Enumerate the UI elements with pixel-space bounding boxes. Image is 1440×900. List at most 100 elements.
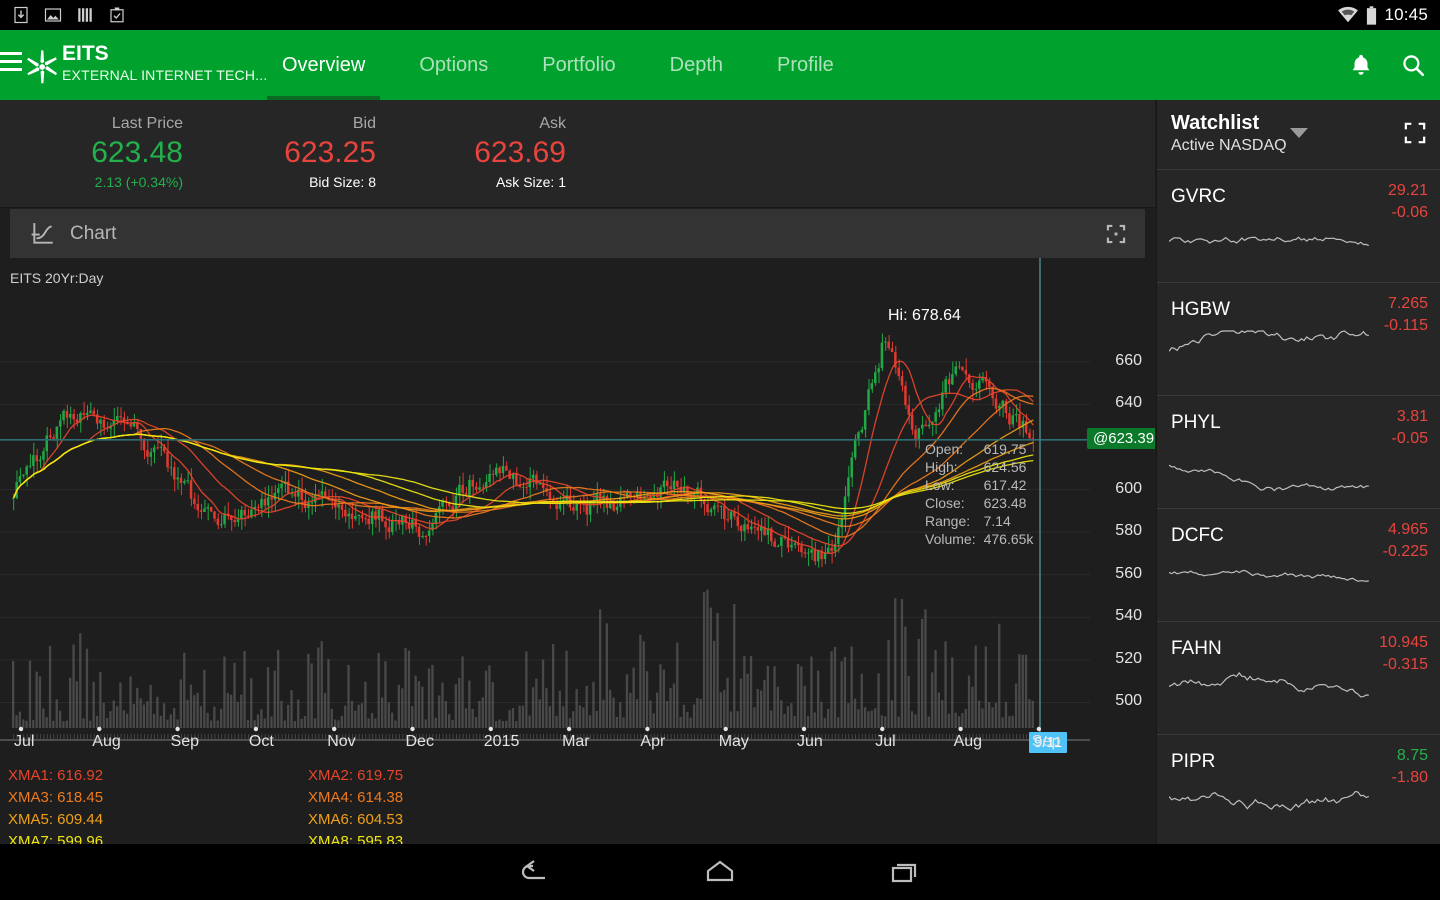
hamburger-icon[interactable]	[0, 52, 22, 78]
watchlist-last-price: 29.21	[1388, 182, 1428, 200]
watchlist-sparkline	[1169, 664, 1369, 726]
collapse-arrows-icon[interactable]	[1105, 223, 1127, 245]
watchlist-symbol: GVRC	[1171, 186, 1226, 208]
ohlc-high-value: 624.56	[984, 458, 1034, 476]
xma8-legend: XMA8: 595.83	[308, 833, 403, 845]
watchlist-change: -0.05	[1392, 430, 1428, 448]
clipboard-icon	[108, 5, 126, 25]
watchlist-change: -0.225	[1383, 543, 1428, 561]
x-axis-tick: Aug	[954, 733, 982, 751]
chart-canvas[interactable]: EITS 20Yr:Day Hi: 678.64 Open: 619.75 Hi…	[0, 258, 1155, 844]
watchlist-title: Watchlist	[1171, 112, 1259, 135]
watchlist-sparkline	[1169, 212, 1369, 274]
xma-legend-row: XMA1: 616.92 XMA2: 619.75	[8, 764, 728, 786]
ohlc-close-value: 623.48	[984, 494, 1034, 512]
last-price-label: Last Price	[0, 114, 183, 134]
app-bar-actions	[1348, 30, 1426, 100]
ask-block: Ask 623.69 Ask Size: 1	[382, 114, 566, 192]
android-status-bar: 10:45	[0, 0, 1440, 30]
wifi-icon	[1337, 6, 1359, 24]
y-axis-tick: 640	[1096, 394, 1142, 412]
x-axis-tick: May	[719, 733, 749, 751]
ohlc-high-label: High:	[925, 458, 984, 476]
ohlc-low-value: 617.42	[984, 476, 1034, 494]
xma2-legend: XMA2: 619.75	[308, 767, 403, 784]
moving-average-legend: XMA1: 616.92 XMA2: 619.75 XMA3: 618.45 X…	[8, 764, 728, 844]
expand-arrows-icon[interactable]	[1404, 122, 1426, 144]
tab-depth[interactable]: Depth	[643, 30, 750, 100]
tab-options[interactable]: Options	[392, 30, 515, 100]
android-nav-bar	[0, 844, 1440, 900]
bid-value: 623.25	[190, 134, 376, 172]
current-price-tag: @623.39	[1087, 428, 1155, 449]
xma1-legend: XMA1: 616.92	[8, 767, 308, 784]
ohlc-open-value: 619.75	[984, 440, 1034, 458]
chevron-down-icon[interactable]	[1290, 128, 1308, 138]
watchlist-row[interactable]: PHYL3.81-0.05	[1157, 396, 1440, 509]
x-axis-tick: 2015	[484, 733, 520, 751]
tab-profile[interactable]: Profile	[750, 30, 861, 100]
x-axis-tick: Sep	[171, 733, 199, 751]
watchlist-row[interactable]: DCFC 4.965 -0.225	[1157, 509, 1440, 622]
last-price-value: 623.48	[0, 134, 183, 172]
ohlc-tooltip: Open: 619.75 High: 624.56 Low: 617.42 Cl…	[925, 440, 1033, 548]
ohlc-range-label: Range:	[925, 512, 984, 530]
watchlist-symbol: HGBW	[1171, 299, 1230, 321]
ask-size: Ask Size: 1	[382, 172, 566, 192]
nav-tabs: Overview Options Portfolio Depth Profile	[255, 30, 861, 100]
battery-icon	[1366, 6, 1377, 25]
x-axis-tick: Aug	[92, 733, 120, 751]
watchlist-row[interactable]: GVRC 29.21 -0.06	[1157, 170, 1440, 283]
xma-legend-row: XMA7: 599.96 XMA8: 595.83	[8, 830, 728, 844]
y-axis-tick: 600	[1096, 480, 1142, 498]
app-bar: EITS EXTERNAL INTERNET TECH... Overview …	[0, 30, 1440, 100]
watchlist-symbol: DCFC	[1171, 525, 1224, 547]
bid-size: Bid Size: 8	[190, 172, 376, 192]
x-axis-tick: Nov	[327, 733, 355, 751]
ohlc-close-label: Close:	[925, 494, 984, 512]
watchlist-row[interactable]: FAHN10.945-0.315	[1157, 622, 1440, 735]
xma4-legend: XMA4: 614.38	[308, 789, 403, 806]
recents-icon[interactable]	[885, 855, 925, 889]
status-bar-clock: 10:45	[1384, 5, 1428, 25]
back-icon[interactable]	[515, 855, 555, 889]
watchlist-sparkline	[1169, 551, 1369, 613]
watchlist-last-price: 7.265	[1388, 295, 1428, 313]
watchlist-sparkline	[1169, 438, 1369, 500]
y-axis-tick: 560	[1096, 565, 1142, 583]
watchlist-panel: Watchlist Active NASDAQ GVRC29.21-0.06HG…	[1156, 100, 1440, 844]
bid-label: Bid	[190, 114, 376, 134]
company-name: EXTERNAL INTERNET TECH...	[62, 66, 267, 84]
watchlist-change: -0.315	[1383, 656, 1428, 674]
last-price-block: Last Price 623.48 2.13 (+0.34%)	[0, 114, 183, 192]
ticker-symbol: EITS	[62, 41, 267, 66]
watchlist-row[interactable]: PIPR8.75-1.80	[1157, 735, 1440, 848]
chart-panel-title: Chart	[70, 223, 116, 245]
status-bar-notification-icons	[0, 5, 126, 25]
ohlc-volume-label: Volume:	[925, 530, 984, 548]
y-axis-tick: 520	[1096, 650, 1142, 668]
app-screen: 10:45 EITS EXTERNAL INTERNET TECH... Ove…	[0, 0, 1440, 900]
brand-block: EITS EXTERNAL INTERNET TECH...	[62, 41, 267, 84]
watchlist-change: -1.80	[1392, 769, 1428, 787]
xma-legend-row: XMA3: 618.45 XMA4: 614.38	[8, 786, 728, 808]
barchart-icon	[76, 5, 94, 25]
watchlist-change: -0.06	[1392, 204, 1428, 222]
bell-icon[interactable]	[1348, 52, 1374, 78]
x-axis-tick: Jul	[14, 733, 34, 751]
x-axis-tick: Sep	[1032, 733, 1060, 751]
tab-overview[interactable]: Overview	[255, 30, 392, 100]
ask-value: 623.69	[382, 134, 566, 172]
watchlist-row[interactable]: HGBW7.265-0.115	[1157, 283, 1440, 396]
y-axis-tick: 660	[1096, 352, 1142, 370]
x-axis-tick: Jun	[797, 733, 823, 751]
ohlc-low-label: Low:	[925, 476, 984, 494]
watchlist-last-price: 4.965	[1388, 521, 1428, 539]
home-icon[interactable]	[700, 855, 740, 889]
x-axis-tick: Jul	[875, 733, 895, 751]
tab-portfolio[interactable]: Portfolio	[515, 30, 642, 100]
last-price-change: 2.13 (+0.34%)	[0, 172, 183, 192]
ask-label: Ask	[382, 114, 566, 134]
search-icon[interactable]	[1400, 52, 1426, 78]
volume-bars	[12, 590, 1034, 728]
